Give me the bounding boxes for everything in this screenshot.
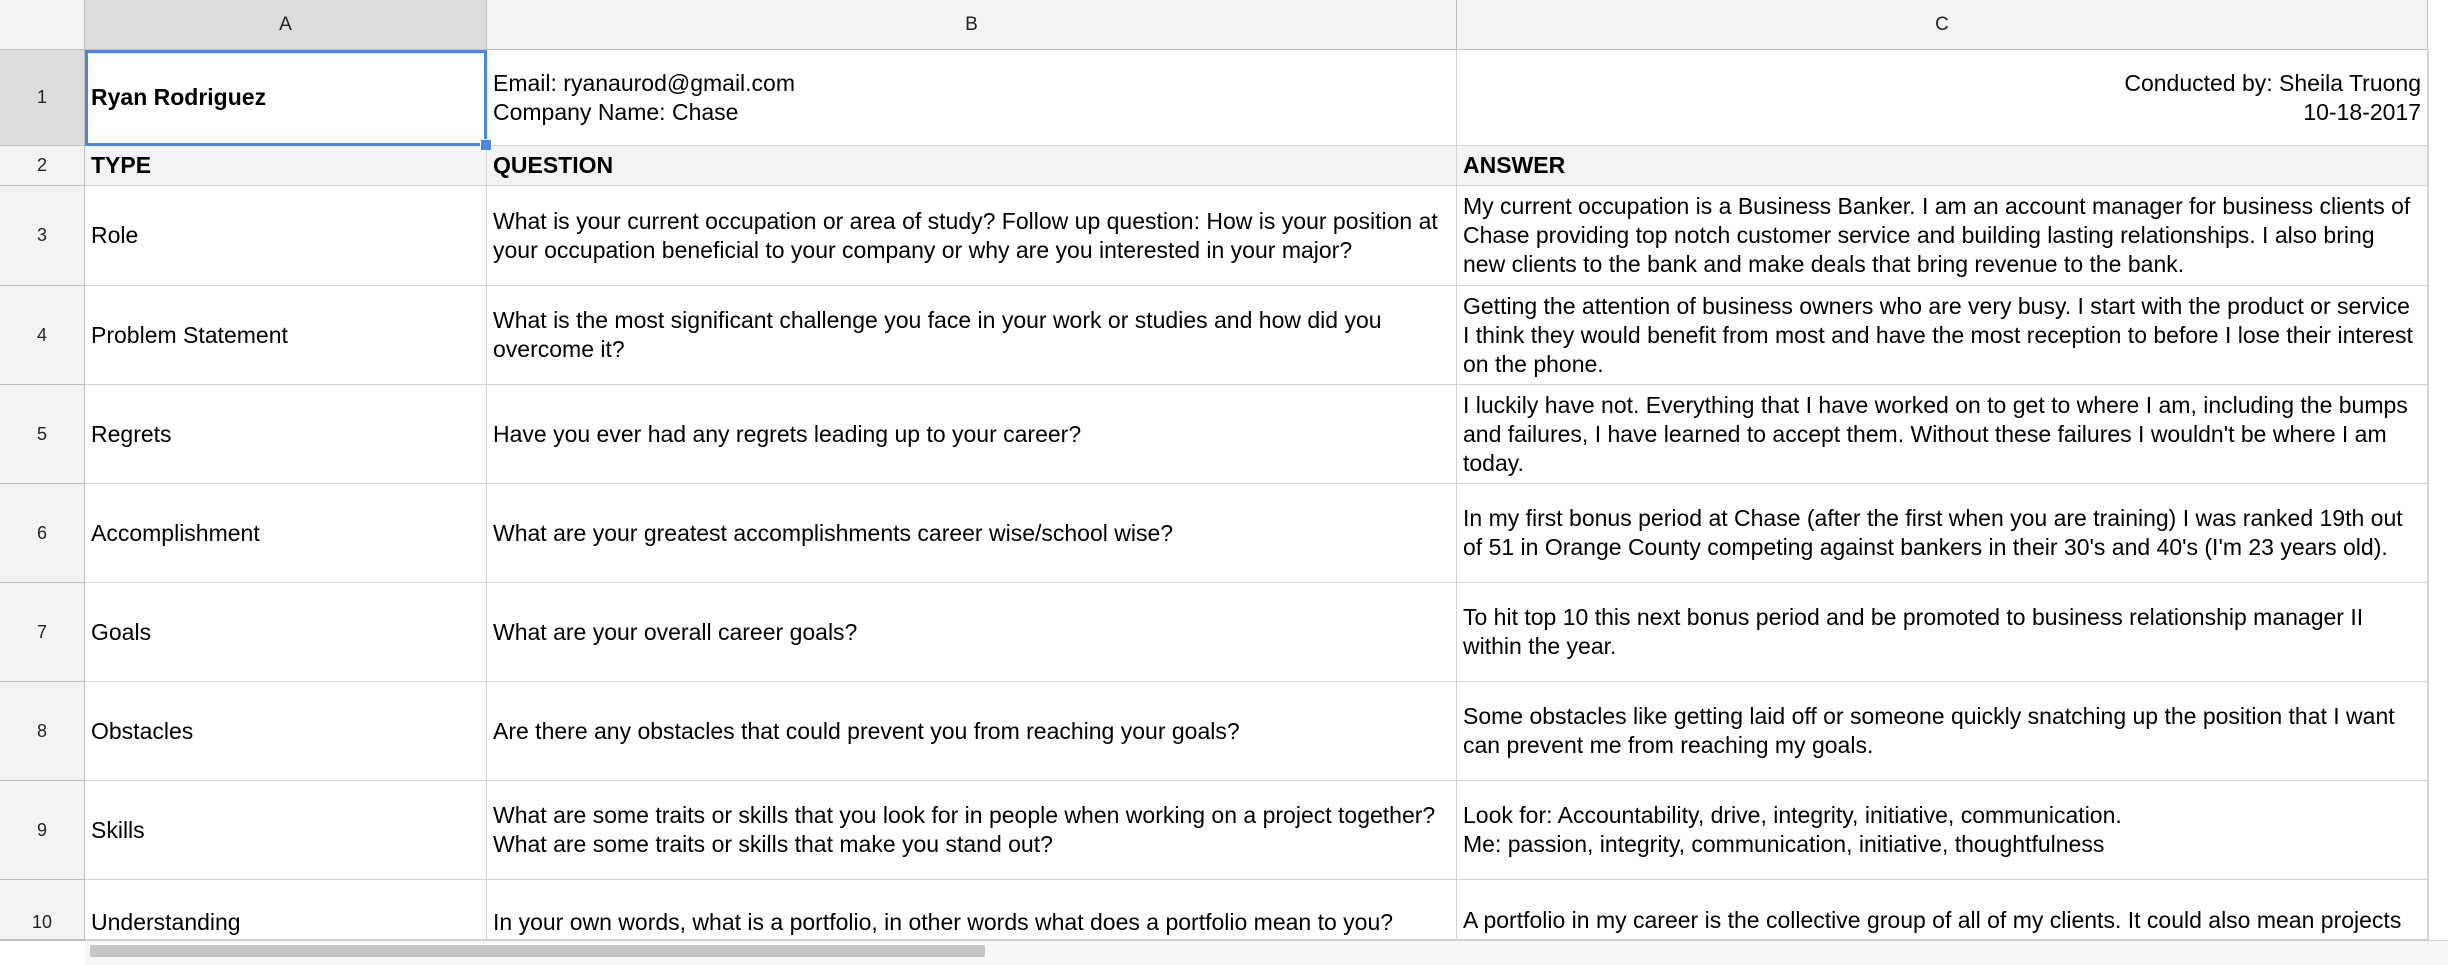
cell-answer[interactable]: Look for: Accountability, drive, integri… [1457,781,2428,880]
row-header-7[interactable]: 7 [0,583,85,682]
cell-text: Regrets [91,420,172,447]
cell-text: Role [91,222,139,248]
row-label: 10 [31,912,53,932]
cell-text: Obstacles [91,717,194,744]
cell-text: In your own words, what is a portfolio, … [493,909,1394,935]
row-header-2[interactable]: 2 [0,146,85,186]
cell-question[interactable]: What are some traits or skills that you … [487,781,1457,880]
cell-question[interactable]: What are your overall career goals? [487,583,1457,682]
cell-answer[interactable]: Some obstacles like getting laid off or … [1457,682,2428,781]
cell-text: I luckily have not. Everything that I ha… [1463,391,2415,476]
cell-text: What are your greatest accomplishments c… [493,519,1174,546]
cell-answer[interactable]: I luckily have not. Everything that I ha… [1457,385,2428,484]
cell-text: QUESTION [493,152,614,178]
column-label: A [279,13,292,35]
column-header-a[interactable]: A [85,0,487,50]
cell-question[interactable]: What is your current occupation or area … [487,186,1457,286]
row-header-6[interactable]: 6 [0,484,85,583]
cell-text: Look for: Accountability, drive, integri… [1463,802,2122,857]
row-header-10[interactable]: 10 [0,880,85,940]
cell-text: Getting the attention of business owners… [1463,292,2420,377]
cell-type[interactable]: Role [85,186,487,286]
row-header-3[interactable]: 3 [0,186,85,286]
row-label: 8 [36,720,47,741]
cell-type[interactable]: Goals [85,583,487,682]
cell-text: Are there any obstacles that could preve… [493,717,1240,744]
cell-text: To hit top 10 this next bonus period and… [1463,604,2370,659]
cell-c2-answer-label[interactable]: ANSWER [1457,146,2428,186]
row-label: 6 [36,522,47,543]
cell-type[interactable]: Regrets [85,385,487,484]
cell-answer[interactable]: My current occupation is a Business Bank… [1457,186,2428,286]
row-label: 3 [36,225,47,245]
next-column-edge [2428,50,2448,940]
cell-question[interactable]: What are your greatest accomplishments c… [487,484,1457,583]
cell-type[interactable]: Obstacles [85,682,487,781]
cell-text: In my first bonus period at Chase (after… [1463,505,2410,560]
select-all-corner[interactable] [0,0,85,50]
cell-text: Goals [91,618,152,645]
cell-text: My current occupation is a Business Bank… [1463,193,2417,277]
row-header-9[interactable]: 9 [0,781,85,880]
row-header-8[interactable]: 8 [0,682,85,781]
cell-text: Understanding [91,909,241,935]
cell-answer[interactable]: Getting the attention of business owners… [1457,286,2428,385]
cell-text: Some obstacles like getting laid off or … [1463,703,2402,758]
cell-text: What are some traits or skills that you … [493,802,1442,857]
column-label: B [965,13,978,35]
row-label: 5 [36,423,47,444]
row-label: 1 [36,87,47,107]
row-label: 2 [36,155,47,175]
cell-question[interactable]: In your own words, what is a portfolio, … [487,880,1457,940]
cell-answer[interactable]: To hit top 10 this next bonus period and… [1457,583,2428,682]
horizontal-scrollbar-thumb[interactable] [90,945,985,957]
cell-type[interactable]: Skills [85,781,487,880]
cell-a2-type-label[interactable]: TYPE [85,146,487,186]
cell-text: Problem Statement [91,321,288,348]
cell-text: Email: ryanaurod@gmail.com Company Name:… [493,69,796,125]
cell-type[interactable]: Problem Statement [85,286,487,385]
cell-text: What are your overall career goals? [493,618,858,645]
cell-text: Ryan Rodriguez [91,84,267,110]
column-header-c[interactable]: C [1457,0,2428,50]
cell-c1-conducted-by[interactable]: Conducted by: Sheila Truong 10-18-2017 [1457,50,2428,146]
row-label: 7 [36,621,47,642]
cell-b1-contact-info[interactable]: Email: ryanaurod@gmail.com Company Name:… [487,50,1457,146]
cell-text: ANSWER [1463,152,1566,178]
cell-text: A portfolio in my career is the collecti… [1463,907,2402,933]
row-header-5[interactable]: 5 [0,385,85,484]
cell-text: TYPE [91,152,152,178]
cell-text: Conducted by: Sheila Truong 10-18-2017 [2124,69,2421,125]
cell-question[interactable]: Have you ever had any regrets leading up… [487,385,1457,484]
cell-type[interactable]: Understanding [85,880,487,940]
column-header-b[interactable]: B [487,0,1457,50]
cell-answer[interactable]: A portfolio in my career is the collecti… [1457,880,2428,940]
column-label: C [1935,13,1949,35]
cell-text: Accomplishment [91,519,260,546]
cell-answer[interactable]: In my first bonus period at Chase (after… [1457,484,2428,583]
cell-text: Skills [91,816,145,843]
cell-b2-question-label[interactable]: QUESTION [487,146,1457,186]
cell-a1-interviewee-name[interactable]: Ryan Rodriguez [85,50,487,146]
row-label: 9 [36,819,47,840]
row-label: 4 [36,324,47,345]
cell-type[interactable]: Accomplishment [85,484,487,583]
cell-text: What is the most significant challenge y… [493,307,1388,362]
cell-text: What is your current occupation or area … [493,207,1445,263]
row-header-4[interactable]: 4 [0,286,85,385]
fill-handle[interactable] [480,139,492,151]
cell-question[interactable]: Are there any obstacles that could preve… [487,682,1457,781]
cell-text: Have you ever had any regrets leading up… [493,420,1082,447]
row-header-1[interactable]: 1 [0,50,85,146]
cell-question[interactable]: What is the most significant challenge y… [487,286,1457,385]
